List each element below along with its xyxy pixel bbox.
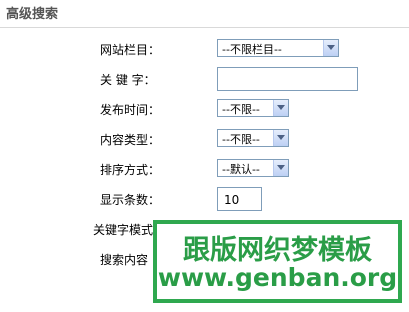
watermark-text: 跟版网织梦模板 (183, 235, 372, 266)
chevron-down-icon[interactable] (273, 130, 288, 146)
keyword-mode-label: 关键字模式 (93, 223, 154, 237)
publish-time-select[interactable]: --不限-- (217, 99, 289, 117)
column-label: 网站栏目： (100, 43, 161, 57)
sort-label: 排序方式： (100, 163, 161, 177)
keyword-input[interactable] (217, 67, 358, 91)
content-type-select-value: --不限-- (222, 133, 260, 146)
chevron-down-icon[interactable] (273, 160, 288, 176)
search-content-label: 搜索内容 (100, 253, 149, 267)
sort-select-value: --默认-- (222, 163, 260, 176)
search-header: 高级搜索 (0, 0, 409, 28)
sort-select[interactable]: --默认-- (217, 159, 289, 177)
chevron-down-icon[interactable] (323, 40, 338, 56)
content-type-select[interactable]: --不限-- (217, 129, 289, 147)
column-select-value: --不限栏目-- (222, 43, 282, 56)
display-count-label: 显示条数： (100, 193, 161, 207)
chevron-down-icon[interactable] (273, 100, 288, 116)
page-title: 高级搜索 (6, 7, 59, 22)
publish-time-select-value: --不限-- (222, 103, 260, 116)
content-type-label: 内容类型： (100, 133, 161, 147)
publish-time-label: 发布时间： (100, 103, 161, 117)
display-count-value: 10 (224, 193, 240, 207)
column-select[interactable]: --不限栏目-- (217, 39, 339, 57)
display-count-input[interactable]: 10 (217, 187, 262, 211)
watermark-banner: 跟版网织梦模板 www.genban.org (153, 220, 402, 303)
watermark-url: www.genban.org (157, 263, 398, 292)
keyword-label: 关 键 字： (100, 73, 156, 87)
